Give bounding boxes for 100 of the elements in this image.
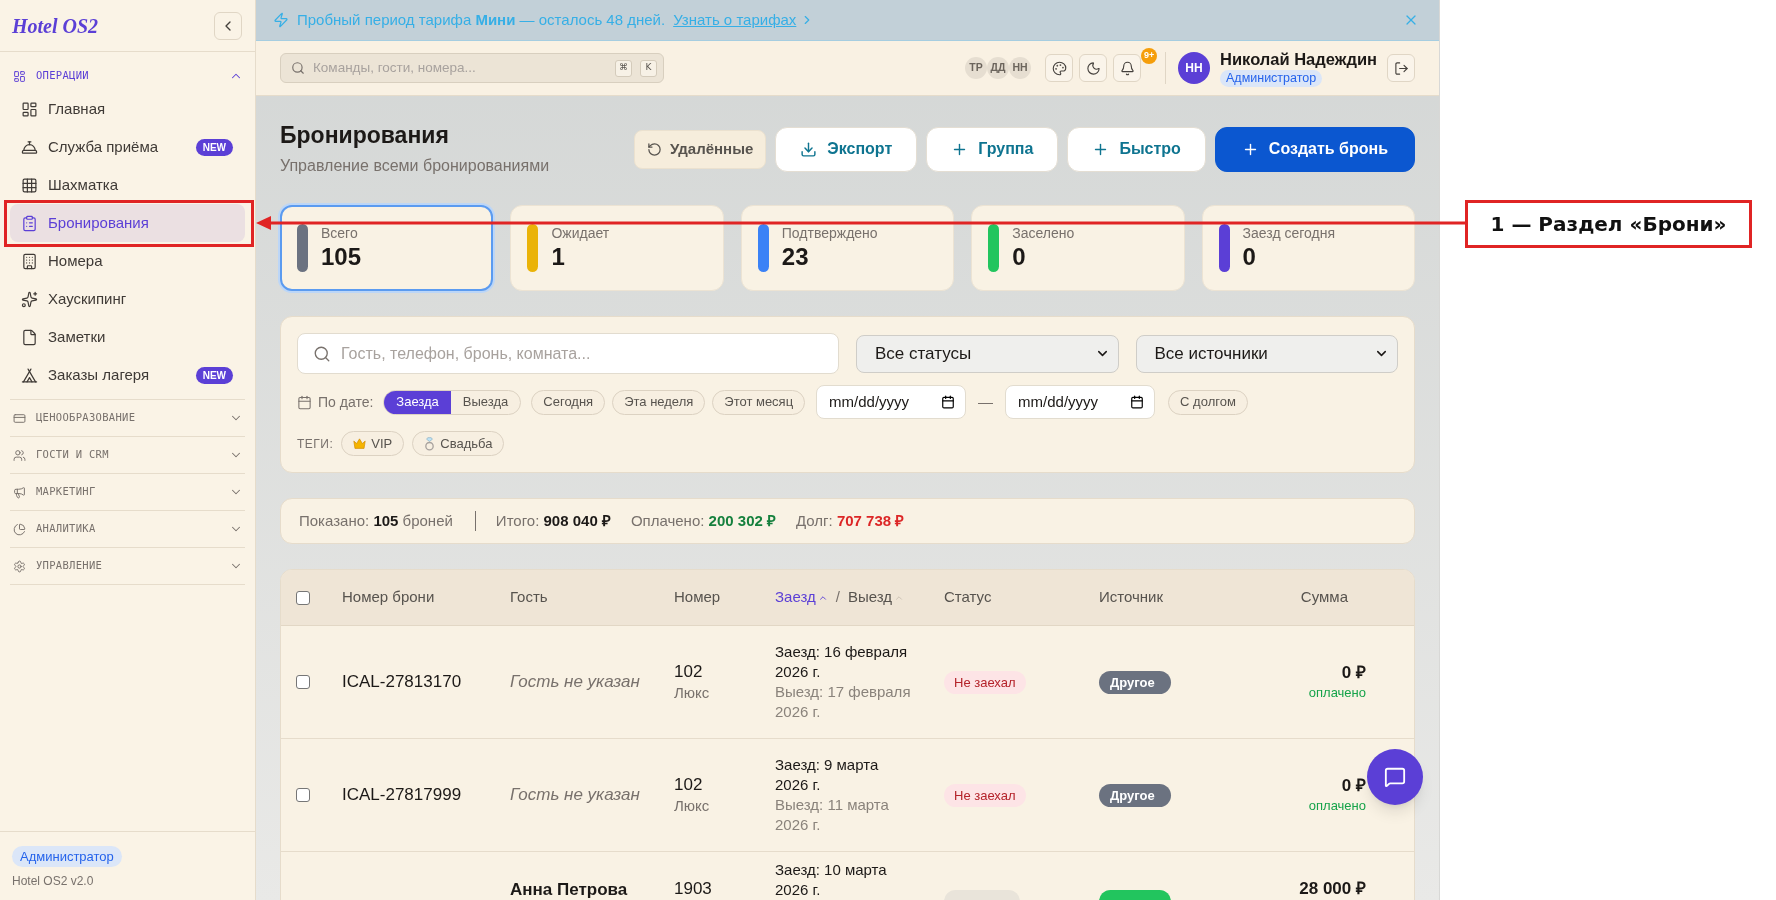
- command-search-field[interactable]: Команды, гости, номера... ⌘ K: [280, 53, 664, 83]
- date-filter-label: По дате:: [318, 392, 374, 412]
- stat-value: 0: [1242, 242, 1257, 272]
- tag-chip[interactable]: VIP: [341, 431, 405, 456]
- megaphone-icon: [13, 485, 26, 499]
- nav-item[interactable]: Заметки: [10, 318, 245, 356]
- logout-button[interactable]: [1387, 54, 1415, 82]
- sort-separator: /: [835, 587, 840, 608]
- stat-value: 23: [781, 242, 810, 272]
- nav-item[interactable]: Бронирования: [10, 204, 245, 242]
- dark-mode-button[interactable]: [1079, 54, 1108, 82]
- app-logo[interactable]: Hotel OS2: [12, 10, 99, 41]
- stat-card[interactable]: Заезд сегодня 0: [1201, 205, 1415, 291]
- tag-chip[interactable]: Свадьба: [412, 431, 505, 456]
- user-avatar[interactable]: НН: [1178, 52, 1211, 84]
- action-button[interactable]: Удалённые: [633, 129, 767, 169]
- clipboard-icon: [21, 214, 38, 232]
- download-icon: [800, 140, 818, 158]
- date-preset-chip[interactable]: Этот месяц: [712, 389, 806, 415]
- stat-label: Заселено: [1012, 224, 1075, 242]
- booking-number[interactable]: ICAL-27813170: [342, 672, 462, 692]
- new-badge: NEW: [195, 366, 233, 384]
- column-header: Гость: [510, 588, 548, 606]
- guest-name: Гость не указан: [510, 785, 640, 804]
- select-all-checkbox[interactable]: [295, 590, 310, 605]
- palette-icon: [1051, 60, 1067, 76]
- nav-item[interactable]: Хаускипинг: [10, 280, 245, 318]
- stat-label: Заезд сегодня: [1242, 224, 1336, 242]
- building-icon: [21, 252, 38, 270]
- status-badge: Не заехал: [944, 671, 1026, 695]
- stat-card[interactable]: Всего 105: [280, 205, 494, 291]
- nav-section-header[interactable]: ЦЕНООБРАЗОВАНИЕ: [10, 400, 245, 436]
- nav-item[interactable]: Служба приёма NEW: [10, 128, 245, 166]
- nav-section-header[interactable]: АНАЛИТИКА: [10, 511, 245, 547]
- trial-message: Пробный период тарифа Мини — осталось 48 дней.: [297, 9, 666, 30]
- action-button[interactable]: Быстро: [1067, 126, 1206, 172]
- users-icon: [13, 448, 26, 462]
- summary-stat: Итого: 908 040 ₽: [495, 510, 611, 531]
- action-button[interactable]: Создать бронь: [1214, 126, 1415, 172]
- nav-item[interactable]: Номера: [10, 242, 245, 280]
- date-mode-tab[interactable]: Заезда: [384, 390, 451, 414]
- rotate-left-icon: [646, 141, 662, 157]
- presence-avatar[interactable]: НН: [1009, 57, 1032, 79]
- summary-stat: Показано: 105 броней: [299, 510, 453, 531]
- amount: 0 ₽: [1341, 662, 1366, 684]
- notifications-button[interactable]: [1113, 54, 1142, 82]
- nav-section-header[interactable]: УПРАВЛЕНИЕ: [10, 548, 245, 584]
- stat-card[interactable]: Подтверждено 23: [740, 205, 955, 291]
- stat-label: Подтверждено: [781, 224, 878, 242]
- theme-palette-button[interactable]: [1045, 54, 1074, 82]
- document-icon: [21, 328, 38, 346]
- room-type: Люкс: [674, 796, 710, 816]
- date-preset-chip[interactable]: Эта неделя: [612, 389, 706, 415]
- row-checkbox[interactable]: [295, 675, 310, 689]
- status-badge: Не заехал: [944, 784, 1026, 808]
- source-badge: Другое: [1099, 671, 1171, 695]
- nav-section-header[interactable]: МАРКЕТИНГ: [10, 474, 245, 510]
- presence-avatar[interactable]: ТР: [965, 57, 988, 79]
- nav-item[interactable]: Шахматка: [10, 166, 245, 204]
- action-button[interactable]: Группа: [926, 126, 1059, 172]
- calendar-icon: [1130, 395, 1145, 409]
- nav-section-header[interactable]: ГОСТИ И CRM: [10, 437, 245, 473]
- date-mode-tab[interactable]: Выезда: [450, 390, 521, 414]
- search-icon: [291, 61, 305, 75]
- search-icon: [313, 344, 331, 363]
- presence-avatar[interactable]: ДД: [987, 57, 1010, 79]
- status-select[interactable]: Все статусы: [856, 334, 1119, 373]
- date-from-field[interactable]: mm/dd/yyyy: [816, 385, 967, 419]
- guest-name: Гость не указан: [510, 672, 640, 691]
- chat-icon: [1384, 766, 1406, 788]
- check-out-date: Выезд: 11 марта 2026 г.: [775, 795, 890, 835]
- stat-card[interactable]: Заселено 0: [971, 205, 1185, 291]
- user-role-badge: Администратор: [1220, 70, 1323, 87]
- column-header: Источник: [1099, 588, 1164, 606]
- logout-icon: [1393, 60, 1409, 76]
- stat-card[interactable]: Ожидает 1: [510, 205, 724, 291]
- calendar-icon: [941, 395, 956, 409]
- sort-header-button[interactable]: Выезд: [847, 586, 904, 609]
- source-select[interactable]: Все источники: [1135, 334, 1398, 373]
- date-to-field[interactable]: mm/dd/yyyy: [1005, 385, 1156, 419]
- date-preset-chip[interactable]: Сегодня: [531, 389, 606, 415]
- row-checkbox[interactable]: [295, 788, 310, 802]
- booking-number[interactable]: ICAL-27817999: [342, 785, 462, 805]
- room-number: 102: [674, 661, 703, 683]
- nav-item[interactable]: Главная: [10, 90, 245, 128]
- moon-icon: [1085, 60, 1101, 76]
- summary-stat: Оплачено: 200 302 ₽: [630, 510, 776, 531]
- stat-label: Ожидает: [551, 224, 610, 242]
- sort-header-button[interactable]: Заезд: [775, 586, 828, 609]
- debt-filter-chip[interactable]: С долгом: [1168, 389, 1248, 415]
- dashboard-icon: [21, 100, 38, 118]
- credit-card-icon: [13, 411, 26, 425]
- payment-status: оплачено: [1308, 684, 1366, 702]
- new-badge: NEW: [195, 138, 233, 156]
- action-button[interactable]: Экспорт: [775, 126, 918, 172]
- nav-section-header[interactable]: ОПЕРАЦИИ: [10, 64, 245, 88]
- column-header: Статус: [944, 588, 992, 606]
- stat-value: 105: [321, 242, 362, 272]
- nav-item[interactable]: Заказы лагеря NEW: [10, 356, 245, 394]
- guest-name: Анна Петрова: [510, 880, 628, 899]
